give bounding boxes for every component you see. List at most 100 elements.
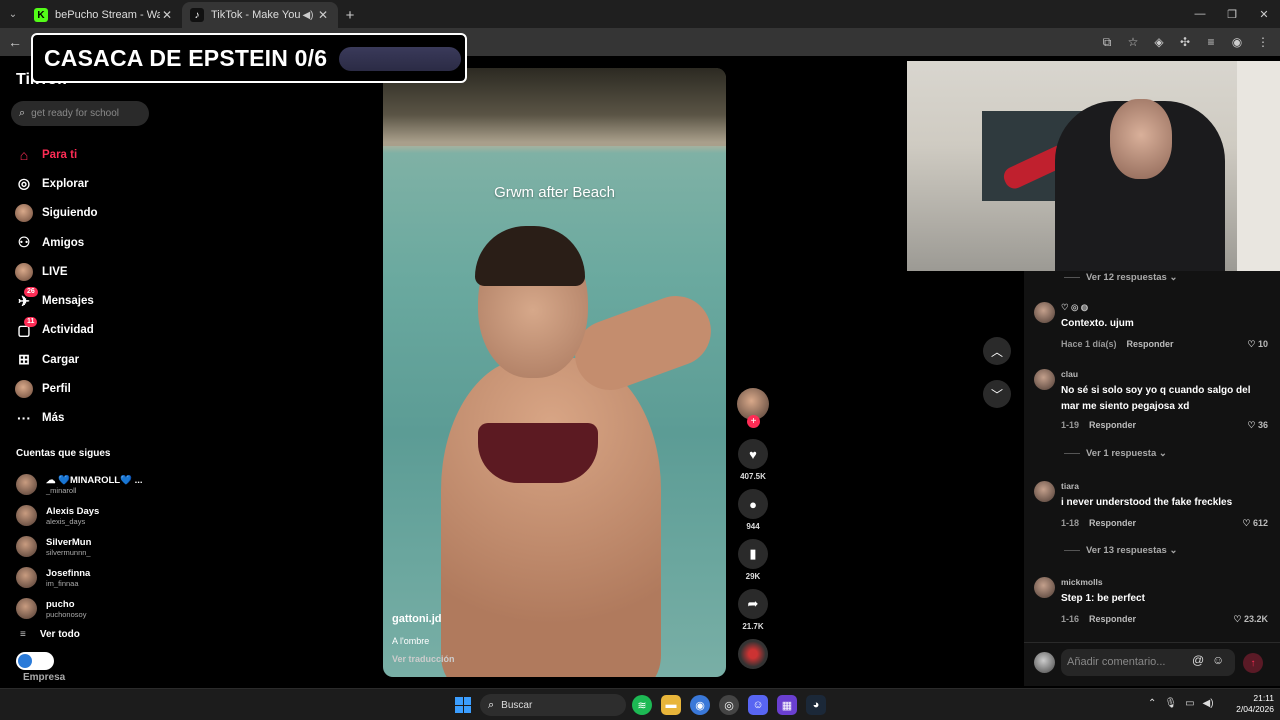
webcam-face xyxy=(1110,99,1172,179)
messages-badge: 26 xyxy=(24,287,38,298)
restore-icon[interactable]: ❐ xyxy=(1216,0,1248,28)
like-count: 10 xyxy=(1257,339,1268,349)
nav-item-siguiendo[interactable]: Siguiendo xyxy=(14,199,154,228)
nav-label: Para ti xyxy=(42,148,78,161)
creator-avatar[interactable]: + xyxy=(737,388,769,428)
see-all-link[interactable]: ≡ Ver todo xyxy=(20,629,80,640)
discord-icon[interactable]: ☺ xyxy=(748,695,768,715)
reply-button[interactable]: Responder xyxy=(1089,614,1136,624)
comment-username[interactable]: mickmolls xyxy=(1061,577,1103,587)
close-tab-icon[interactable]: ✕ xyxy=(316,8,330,22)
following-item[interactable]: pucho puchonosoy xyxy=(16,593,146,624)
nav-item-perfil[interactable]: Perfil xyxy=(14,374,154,403)
network-icon[interactable]: ▭ xyxy=(1185,698,1194,709)
back-arrow-icon[interactable]: ← xyxy=(8,34,22,50)
nav-item-explorar[interactable]: ◎ Explorar xyxy=(14,169,154,198)
comment-likes[interactable]: ♡ 23.2K xyxy=(1233,614,1268,625)
profile-icon[interactable]: ◉ xyxy=(1228,33,1246,51)
following-name: SilverMun xyxy=(46,536,92,548)
view-replies-link[interactable]: Ver 12 respuestas ⌄ xyxy=(1064,272,1177,283)
translate-link[interactable]: Ver traducción xyxy=(392,654,455,664)
comment-item: tiara i never understood the fake freckl… xyxy=(1034,481,1270,531)
bookmark-star-icon[interactable]: ☆ xyxy=(1124,33,1142,51)
reply-button[interactable]: Responder xyxy=(1089,420,1136,430)
mention-at-icon[interactable]: @ xyxy=(1192,653,1204,667)
like-button[interactable]: ♥ xyxy=(738,439,768,469)
search-input[interactable]: ⌕ get ready for school xyxy=(11,101,149,126)
main-nav: ⌂ Para ti ◎ Explorar Siguiendo ⚇ Amigos … xyxy=(14,140,154,433)
nav-item-actividad[interactable]: ▢ 11 Actividad xyxy=(14,316,154,345)
video-player[interactable]: Grwm after Beach gattoni.jd A l'ombre Ve… xyxy=(383,68,726,677)
following-item[interactable]: Alexis Days alexis_days xyxy=(16,500,146,531)
spotify-icon[interactable]: ≋ xyxy=(632,695,652,715)
comment-input[interactable]: Añadir comentario... xyxy=(1061,649,1235,676)
close-tab-icon[interactable]: ✕ xyxy=(160,8,174,22)
nav-item-mensajes[interactable]: ✈ 26 Mensajes xyxy=(14,286,154,315)
comment-button[interactable]: ● xyxy=(738,489,768,519)
media-controls-icon[interactable]: ≡ xyxy=(1202,33,1220,51)
business-link[interactable]: Empresa xyxy=(23,672,65,683)
new-tab-button[interactable]: + xyxy=(338,2,362,28)
nav-item-live[interactable]: LIVE xyxy=(14,257,154,286)
minimize-icon[interactable]: — xyxy=(1184,0,1216,28)
nav-item-cargar[interactable]: ⊞ Cargar xyxy=(14,345,154,374)
browser-menu-icon[interactable]: ⋮ xyxy=(1254,33,1272,51)
following-item[interactable]: ☁ 💙MINAROLL💙 ... _minaroll xyxy=(16,469,146,500)
comment-date: Hace 1 día(s) xyxy=(1061,339,1117,349)
comment-likes[interactable]: ♡ 10 xyxy=(1247,339,1268,350)
reply-button[interactable]: Responder xyxy=(1089,518,1136,528)
avatar xyxy=(1034,652,1055,673)
following-item[interactable]: Josefinna im_finnaa xyxy=(16,562,146,593)
microphone-icon[interactable]: 🎙 xyxy=(1164,698,1177,709)
taskbar-clock[interactable]: 21:11 2/04/2026 xyxy=(1226,693,1274,715)
video-caption: Grwm after Beach xyxy=(494,184,615,201)
stream-overlay-banner: CASACA DE EPSTEIN 0/6 xyxy=(31,33,467,83)
file-explorer-icon[interactable]: ▬ xyxy=(661,695,681,715)
comment-username[interactable]: clau xyxy=(1061,369,1078,379)
windows-start-icon[interactable] xyxy=(455,697,471,713)
avatar[interactable] xyxy=(1034,577,1055,598)
emoji-icon[interactable]: ☺ xyxy=(1212,653,1224,667)
share-count: 21.7K xyxy=(742,622,764,631)
volume-icon[interactable]: ◀) xyxy=(1203,698,1214,709)
view-replies-link[interactable]: Ver 1 respuesta ⌄ xyxy=(1064,448,1167,459)
next-video-chevron-down-icon[interactable]: ﹀ xyxy=(983,380,1011,408)
nav-item-amigos[interactable]: ⚇ Amigos xyxy=(14,228,154,257)
comment-username[interactable]: tiara xyxy=(1061,481,1079,491)
reply-button[interactable]: Responder xyxy=(1127,339,1174,349)
theme-toggle[interactable] xyxy=(16,652,54,670)
avatar[interactable] xyxy=(1034,302,1055,323)
save-button[interactable]: ▮ xyxy=(738,539,768,569)
kick-favicon-icon: K xyxy=(34,8,48,22)
tab-kick-stream[interactable]: K bePucho Stream - Watch Live o ✕ xyxy=(26,2,182,28)
close-window-icon[interactable]: ✕ xyxy=(1248,0,1280,28)
follow-plus-icon[interactable]: + xyxy=(747,415,760,428)
comments-panel: Ver 12 respuestas ⌄ ♡ ◎ ◍ Contexto. ujum… xyxy=(1024,271,1280,642)
extension-audio-icon[interactable]: ◈ xyxy=(1150,33,1168,51)
taskbar-search[interactable]: ⌕ Buscar xyxy=(480,694,626,716)
avatar[interactable] xyxy=(1034,369,1055,390)
comment-likes[interactable]: ♡ 36 xyxy=(1247,420,1268,431)
comment-likes[interactable]: ♡ 612 xyxy=(1242,518,1268,529)
nav-item-mas[interactable]: ··· Más xyxy=(14,404,154,433)
tab-search-menu-icon[interactable]: ⌄ xyxy=(0,0,26,28)
extensions-puzzle-icon[interactable]: ✣ xyxy=(1176,33,1194,51)
previous-video-chevron-up-icon[interactable]: ︿ xyxy=(983,337,1011,365)
steam-icon[interactable]: ◕ xyxy=(806,695,826,715)
speaker-icon[interactable]: ◀) xyxy=(300,10,316,21)
view-replies-link[interactable]: Ver 13 respuestas ⌄ xyxy=(1064,545,1177,556)
video-username[interactable]: gattoni.jd xyxy=(392,613,442,625)
nav-item-para-ti[interactable]: ⌂ Para ti xyxy=(14,140,154,169)
grid-app-icon[interactable]: ▦ xyxy=(777,695,797,715)
send-comment-button[interactable]: ↑ xyxy=(1243,653,1263,673)
tab-tiktok[interactable]: ♪ TikTok - Make Your Day ◀) ✕ xyxy=(182,2,338,28)
comment-username[interactable]: ♡ ◎ ◍ xyxy=(1061,302,1088,313)
music-disc-icon[interactable] xyxy=(738,639,768,669)
following-item[interactable]: SilverMun silvermunnn_ xyxy=(16,531,146,562)
chrome-icon[interactable]: ◉ xyxy=(690,695,710,715)
avatar[interactable] xyxy=(1034,481,1055,502)
tray-chevron-up-icon[interactable]: ⌃ xyxy=(1148,698,1156,709)
install-app-icon[interactable]: ⧉ xyxy=(1098,33,1116,51)
obs-icon[interactable]: ◎ xyxy=(719,695,739,715)
share-button[interactable]: ➦ xyxy=(738,589,768,619)
